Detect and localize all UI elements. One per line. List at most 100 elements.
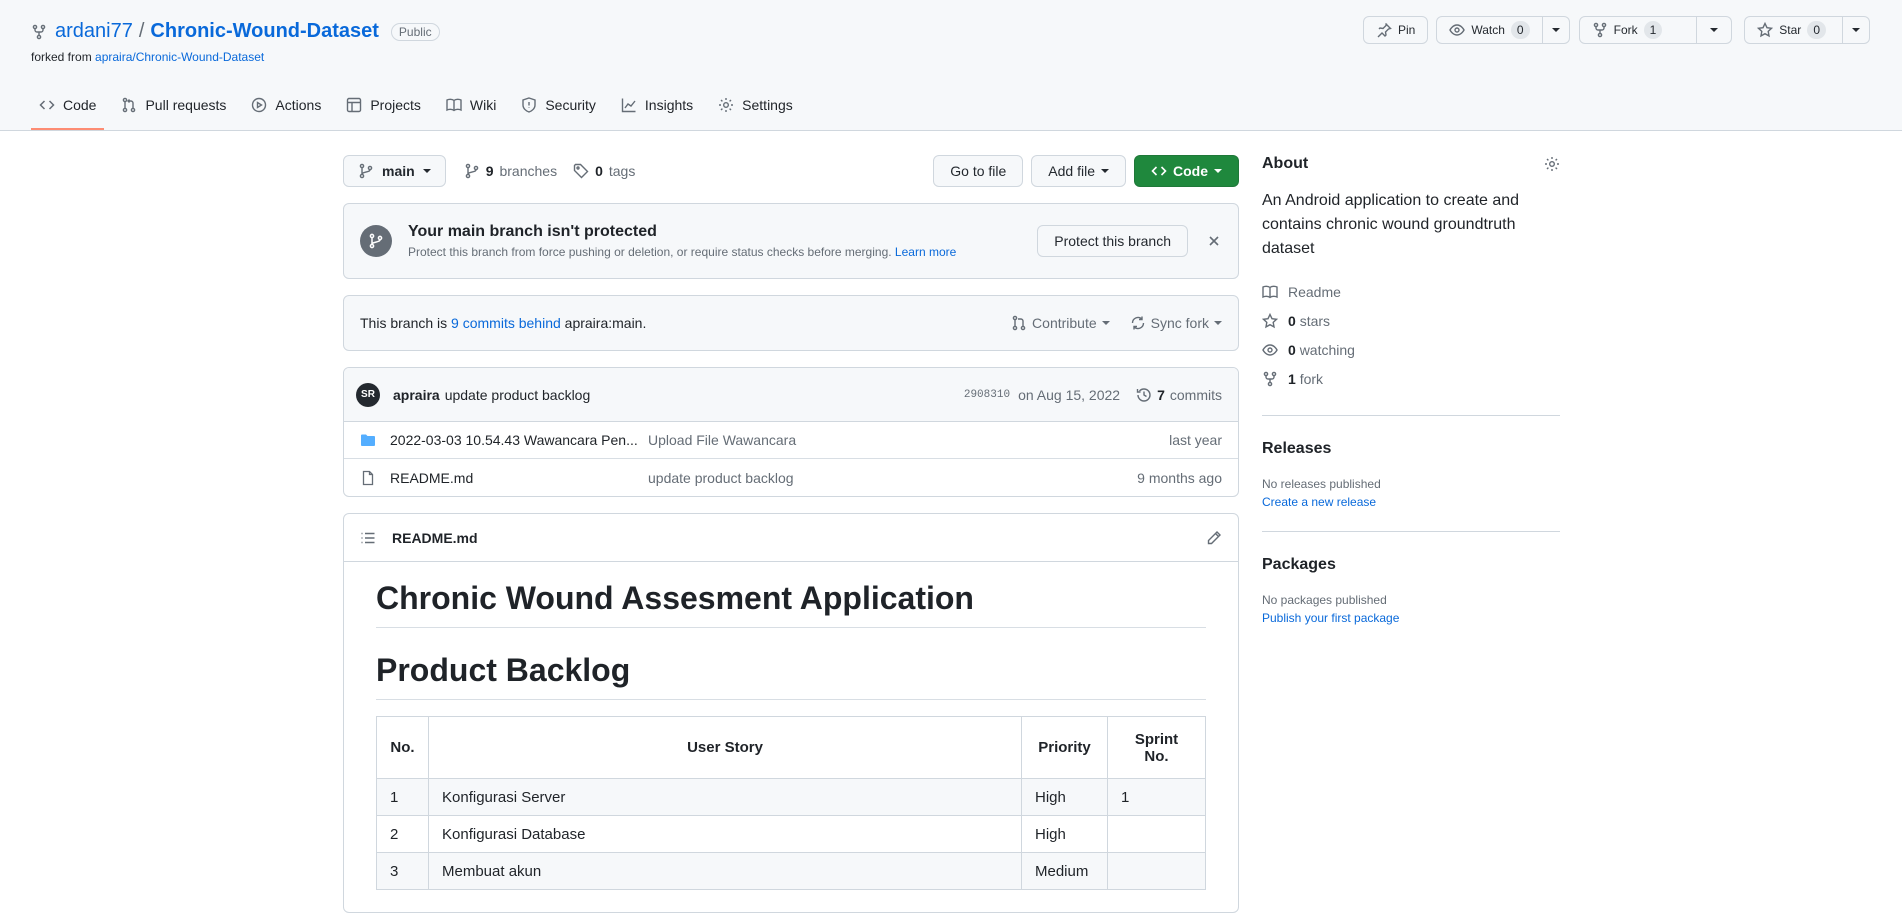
protect-branch-button[interactable]: Protect this branch [1037,225,1188,257]
latest-commit: SR apraira update product backlog 290831… [344,368,1238,422]
repo-name-link[interactable]: Chronic-Wound-Dataset [150,20,379,43]
file-commit-message[interactable]: update product backlog [648,470,794,486]
add-file-button[interactable]: Add file [1031,155,1126,187]
table-cell: 1 [376,778,429,816]
tab-code[interactable]: Code [31,82,105,130]
divider [1262,415,1560,416]
pull-request-icon [1011,315,1027,331]
commit-message[interactable]: update product backlog [445,387,591,403]
commit-sha[interactable]: 2908310 [964,389,1010,401]
eye-icon [1449,22,1466,38]
file-age: last year [1169,432,1222,448]
stars-label: stars [1299,312,1331,329]
repo-owner-link[interactable]: ardani77 [55,20,133,43]
list-icon[interactable] [360,530,376,546]
file-name[interactable]: README.md [390,470,648,486]
caret-down-icon [1214,321,1222,325]
caret-down-icon [1710,28,1719,32]
repo-forked-icon [1592,22,1608,38]
tab-wiki[interactable]: Wiki [438,82,504,130]
file-commit-message[interactable]: Upload File Wawancara [648,432,796,448]
code-label: Code [1173,163,1208,179]
caret-down-icon [1551,28,1560,32]
divider [1262,531,1560,532]
file-name[interactable]: 2022-03-03 10.54.43 Wawancara Pen... [390,432,648,448]
protect-title: Your main branch isn't protected [408,223,657,240]
commit-history-link[interactable]: 7 commits [1136,387,1222,403]
table-cell: High [1021,778,1108,816]
go-to-file-button[interactable]: Go to file [933,155,1024,187]
tab-pull-requests[interactable]: Pull requests [113,82,234,130]
fork-dropdown-button[interactable] [1697,16,1733,44]
commit-author[interactable]: apraira [393,387,440,403]
forked-from-link[interactable]: apraira/Chronic-Wound-Dataset [95,50,264,64]
table-row: 2 Konfigurasi Database High [376,815,1206,853]
table-header: No. [376,716,429,779]
pencil-icon[interactable] [1206,530,1222,546]
star-icon [1757,22,1774,38]
tab-security[interactable]: Security [513,82,604,130]
main-content: main 9 branches 0 tags Go to file Add fi… [343,155,1239,913]
readme-link[interactable]: Readme [1262,277,1560,306]
releases-heading[interactable]: Releases [1262,440,1560,458]
readme-heading: Chronic Wound Assesment Application [376,580,1206,628]
commit-count-label: commits [1169,386,1222,403]
tab-projects[interactable]: Projects [338,82,429,130]
readme-label: Readme [1288,283,1341,300]
branch-select-button[interactable]: main [343,155,446,187]
caret-down-icon [1101,169,1109,173]
tab-settings[interactable]: Settings [710,82,801,130]
branches-link[interactable]: 9 branches [464,163,557,179]
packages-heading[interactable]: Packages [1262,556,1560,574]
watch-group: Watch 0 [1436,16,1570,44]
commits-behind-link[interactable]: 9 commits behind [451,315,561,331]
visibility-badge: Public [390,22,440,41]
file-row[interactable]: README.md update product backlog 9 month… [344,459,1238,496]
star-group: Star 0 [1744,16,1870,44]
star-dropdown-button[interactable] [1843,16,1870,44]
tag-icon [573,163,589,179]
avatar[interactable]: SR [356,382,380,407]
repo-header: ardani77 / Chronic-Wound-Dataset Public … [0,0,1902,131]
code-button[interactable]: Code [1134,155,1239,187]
contribute-button[interactable]: Contribute [1011,315,1110,331]
sync-fork-button[interactable]: Sync fork [1130,315,1222,331]
git-branch-icon [464,163,480,179]
gear-icon[interactable] [1544,156,1560,172]
commit-date: on Aug 15, 2022 [1018,386,1121,403]
tab-actions[interactable]: Actions [243,82,329,130]
stars-link[interactable]: 0 stars [1262,306,1560,335]
file-row[interactable]: 2022-03-03 10.54.43 Wawancara Pen... Upl… [344,422,1238,459]
releases-empty: No releases published [1262,477,1381,491]
watch-button[interactable]: Watch 0 [1436,16,1543,44]
about-title: About [1262,155,1309,172]
learn-more-link[interactable]: Learn more [895,245,956,259]
forks-link[interactable]: 1 fork [1262,364,1560,393]
table-cell: Medium [1021,852,1108,890]
tags-link[interactable]: 0 tags [573,163,635,179]
caret-down-icon [1852,28,1860,32]
about-heading: About [1262,155,1560,173]
file-icon [360,470,376,486]
book-icon [1262,284,1278,300]
stars-count: 0 [1288,312,1296,329]
pin-button[interactable]: Pin [1363,16,1429,44]
watch-count: 0 [1510,21,1530,39]
publish-package-link[interactable]: Publish your first package [1262,611,1560,625]
git-branch-icon [360,225,392,257]
watchers-link[interactable]: 0 watching [1262,335,1560,364]
close-icon[interactable] [1206,233,1222,249]
tab-insights[interactable]: Insights [613,82,701,130]
repo-nav: Code Pull requests Actions Projects Wiki… [31,82,810,130]
table-cell: Membuat akun [428,852,1022,890]
fork-label: Fork [1613,23,1638,37]
tab-label: Projects [370,97,421,113]
watch-dropdown-button[interactable] [1542,16,1570,44]
star-label: Star [1779,23,1802,37]
forked-from-prefix: forked from [31,50,92,64]
readme-filename: README.md [392,529,478,546]
star-button[interactable]: Star 0 [1744,16,1843,44]
create-release-link[interactable]: Create a new release [1262,495,1560,509]
fork-button[interactable]: Fork 1 [1578,16,1698,44]
readme-header: README.md [344,514,1238,562]
